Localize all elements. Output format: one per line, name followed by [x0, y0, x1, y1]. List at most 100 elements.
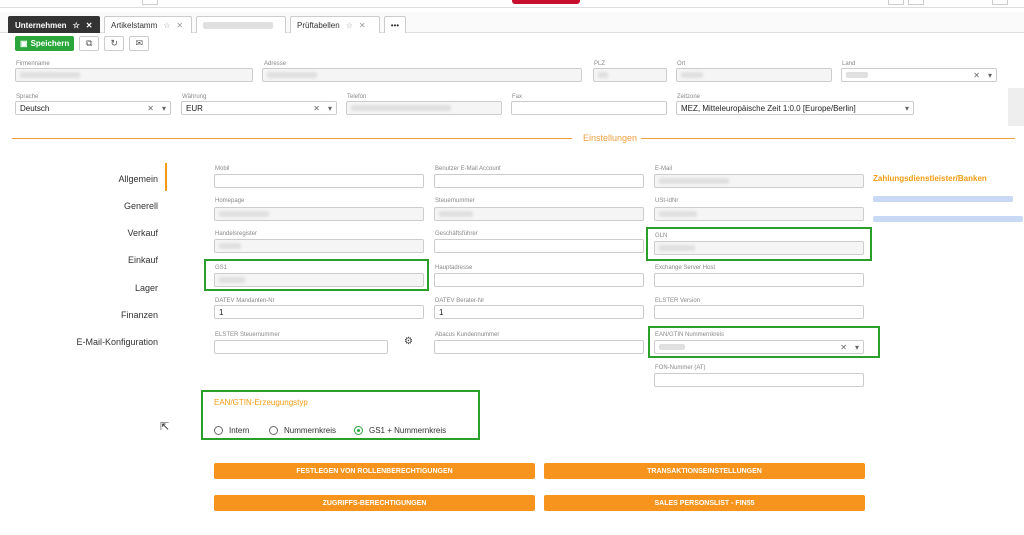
zeitzone-select[interactable]: MEZ, Mitteleuropäische Zeit 1:0.0 [Europ…	[676, 101, 914, 115]
radio-label: GS1 + Nummernkreis	[369, 426, 447, 435]
ort-field[interactable]	[676, 68, 832, 82]
adresse-field[interactable]	[262, 68, 582, 82]
chevron-down-icon[interactable]: ▾	[328, 104, 332, 113]
tab-artikelstamm[interactable]: Artikelstamm ☆ ✕	[104, 16, 192, 33]
elster-version-field[interactable]	[654, 305, 864, 319]
radio-icon[interactable]	[269, 426, 278, 435]
firmenname-field[interactable]	[15, 68, 253, 82]
side-scroll-area[interactable]	[1008, 88, 1024, 126]
geschaeftsfuehrer-field[interactable]	[434, 239, 644, 253]
close-icon[interactable]: ✕	[86, 21, 93, 30]
clear-icon[interactable]: ✕	[973, 71, 980, 80]
toolbar: ▣ Speichern ⧉ ↻ ✉	[15, 36, 150, 52]
gear-icon[interactable]: ⚙	[404, 336, 413, 347]
nav-item-email-konfiguration[interactable]: E-Mail-Konfiguration	[76, 337, 158, 347]
zugriffs-berechtigungen-button[interactable]: Zugriffs-Berechtigungen	[214, 495, 535, 511]
ean-nummernkreis-select[interactable]: ✕ ▾	[654, 340, 864, 354]
nav-item-generell[interactable]: Generell	[124, 201, 158, 211]
star-icon[interactable]: ☆	[346, 21, 353, 30]
waehrung-select[interactable]: EUR ✕ ▾	[181, 101, 337, 115]
zeitzone-value: MEZ, Mitteleuropäische Zeit 1:0.0 [Europ…	[681, 103, 856, 113]
exchange-field[interactable]	[654, 273, 864, 287]
rollenberechtigungen-button[interactable]: Festlegen von Rollenberechtigungen	[214, 463, 535, 479]
section-divider-right	[640, 138, 1015, 139]
sales-personslist-button[interactable]: Sales Personslist - FIN55	[544, 495, 865, 511]
radio-gs1-nummernkreis[interactable]: GS1 + Nummernkreis	[354, 426, 446, 435]
chevron-down-icon[interactable]: ▾	[855, 343, 859, 352]
datev-mandant-field[interactable]: 1	[214, 305, 424, 319]
ust-idnr-field[interactable]	[654, 207, 864, 221]
top-icon-button[interactable]	[908, 0, 924, 5]
benutzer-email-field[interactable]	[434, 174, 644, 188]
top-icon-button[interactable]	[992, 0, 1008, 5]
steuernummer-field[interactable]	[434, 207, 644, 221]
nav-active-indicator	[165, 163, 167, 191]
label-zeitzone: Zeitzone	[677, 94, 701, 100]
tab-redacted[interactable]	[196, 16, 286, 33]
nav-item-finanzen[interactable]: Finanzen	[121, 310, 158, 320]
gs1-field[interactable]	[214, 273, 424, 287]
close-icon[interactable]: ✕	[176, 21, 183, 30]
top-icon-button[interactable]	[888, 0, 904, 5]
bank-link[interactable]	[873, 196, 1013, 202]
bank-link[interactable]	[873, 216, 1023, 222]
radio-label: Intern	[229, 426, 250, 435]
tab-label	[203, 21, 273, 29]
star-icon[interactable]: ☆	[73, 21, 80, 30]
label-hauptadresse: Hauptadresse	[435, 265, 473, 271]
clear-icon[interactable]: ✕	[840, 343, 847, 352]
tab-label: Unternehmen	[15, 20, 67, 30]
land-select[interactable]: ✕ ▾	[841, 68, 997, 82]
nav-item-einkauf[interactable]: Einkauf	[128, 255, 158, 265]
tab-label: Prüftabellen	[297, 20, 340, 30]
label-elster-steuer: ELSTER Steuernummer	[215, 332, 280, 338]
radio-intern[interactable]: Intern	[214, 426, 249, 435]
copy-icon[interactable]: ⧉	[79, 36, 100, 51]
mobil-field[interactable]	[214, 174, 424, 188]
tab-unternehmen[interactable]: Unternehmen ☆ ✕	[8, 16, 100, 33]
plz-field[interactable]	[593, 68, 667, 82]
email-field[interactable]	[654, 174, 864, 188]
label-plz: PLZ	[594, 61, 606, 67]
elster-steuernummer-field[interactable]	[214, 340, 388, 354]
abacus-field[interactable]	[434, 340, 644, 354]
chevron-down-icon[interactable]: ▾	[162, 104, 166, 113]
clear-icon[interactable]: ✕	[313, 104, 320, 113]
tab-prueftabellen[interactable]: Prüftabellen ☆ ✕	[290, 16, 380, 33]
fon-nummer-field[interactable]	[654, 373, 864, 387]
handelsregister-field[interactable]	[214, 239, 424, 253]
label-ust-idnr: USt-IdNr	[655, 198, 679, 204]
radio-label: Nummernkreis	[284, 426, 337, 435]
label-land: Land	[842, 61, 856, 67]
tab-more[interactable]: •••	[384, 16, 406, 33]
nav-item-allgemein[interactable]: Allgemein	[118, 174, 158, 184]
hauptadresse-field[interactable]	[434, 273, 644, 287]
top-red-button[interactable]	[512, 0, 580, 4]
waehrung-value: EUR	[186, 103, 203, 113]
gln-field[interactable]	[654, 241, 864, 255]
label-waehrung: Währung	[182, 94, 207, 100]
fax-field[interactable]	[511, 101, 667, 115]
section-divider-left	[12, 138, 572, 139]
sprache-select[interactable]: Deutsch ✕ ▾	[15, 101, 171, 115]
telefon-field[interactable]	[346, 101, 502, 115]
close-icon[interactable]: ✕	[359, 21, 366, 30]
label-fax: Fax	[512, 94, 523, 100]
clear-icon[interactable]: ✕	[147, 104, 154, 113]
nav-item-lager[interactable]: Lager	[135, 283, 158, 293]
top-icon-button[interactable]	[142, 0, 158, 5]
star-icon[interactable]: ☆	[163, 21, 170, 30]
refresh-icon[interactable]: ↻	[104, 36, 125, 51]
tab-label: Artikelstamm	[111, 20, 158, 30]
chevron-down-icon[interactable]: ▾	[905, 104, 909, 113]
nav-item-verkauf[interactable]: Verkauf	[127, 228, 158, 238]
datev-berater-field[interactable]: 1	[434, 305, 644, 319]
chevron-down-icon[interactable]: ▾	[988, 71, 992, 80]
radio-icon[interactable]	[214, 426, 223, 435]
radio-nummernkreis[interactable]: Nummernkreis	[269, 426, 336, 435]
homepage-field[interactable]	[214, 207, 424, 221]
radio-icon[interactable]	[354, 426, 363, 435]
mail-icon[interactable]: ✉	[129, 36, 150, 51]
save-button[interactable]: ▣ Speichern	[15, 36, 75, 51]
transaktionseinstellungen-button[interactable]: Transaktionseinstellungen	[544, 463, 865, 479]
